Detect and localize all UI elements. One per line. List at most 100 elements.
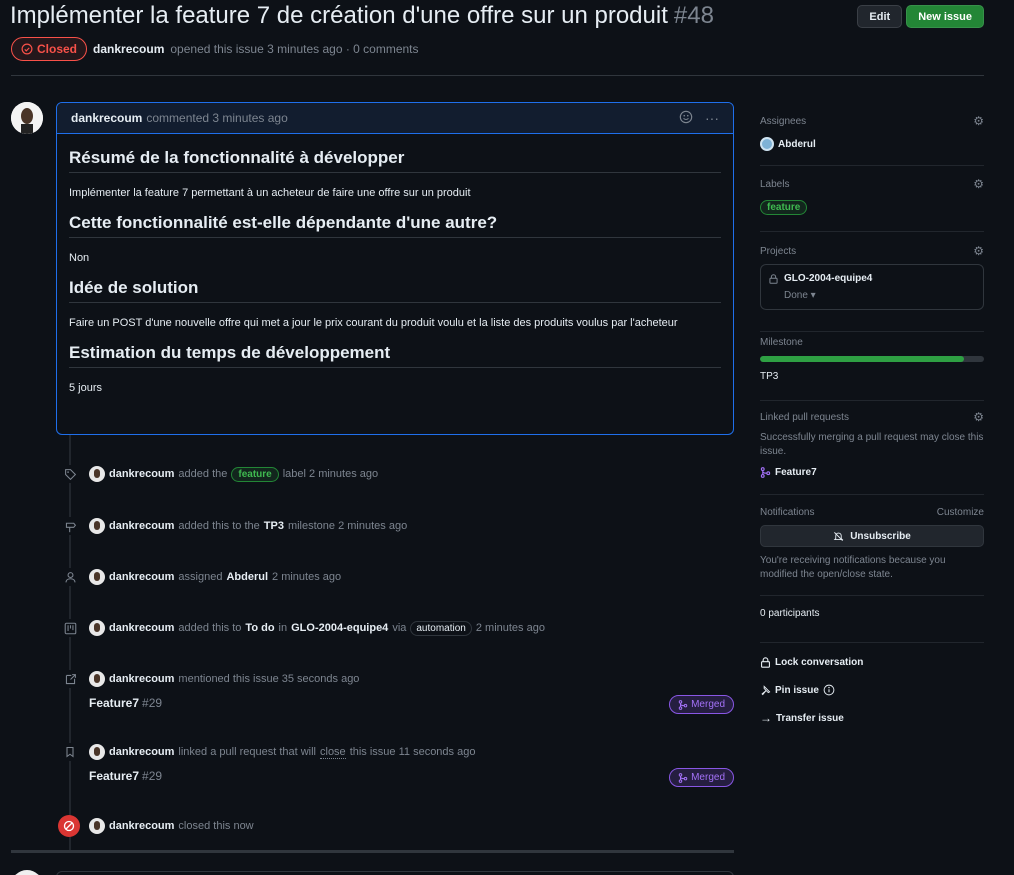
- sidebar-assignees: Assignees ⚙ Abderul: [760, 114, 984, 166]
- assignee-link[interactable]: Abderul: [226, 571, 268, 583]
- event-text: mentioned this issue 35 seconds ago: [178, 673, 360, 685]
- linked-pr-title: Feature7: [775, 467, 817, 478]
- lock-conversation-button[interactable]: Lock conversation: [760, 657, 863, 668]
- transfer-label: Transfer issue: [776, 712, 844, 724]
- event-author-link[interactable]: dankrecoum: [109, 571, 174, 583]
- gear-icon[interactable]: ⚙: [973, 177, 984, 191]
- event-text: label 2 minutes ago: [282, 468, 379, 480]
- comment-body: Résumé de la fonctionnalité à développer…: [57, 148, 733, 394]
- header-actions: Edit New issue: [857, 5, 984, 28]
- comment-avatar[interactable]: [11, 102, 43, 134]
- event-author-link[interactable]: dankrecoum: [109, 520, 174, 532]
- timeline-text: dankrecoum assigned Abderul 2 minutes ag…: [89, 569, 341, 585]
- project-card: GLO-2004-equipe4 Done ▾: [760, 264, 984, 310]
- issue-author-link[interactable]: dankrecoum: [93, 42, 164, 56]
- sidebar-heading-label: Linked pull requests: [760, 411, 849, 423]
- lock-label: Lock conversation: [775, 657, 864, 668]
- close-keyword[interactable]: close: [320, 746, 346, 759]
- gear-icon[interactable]: ⚙: [973, 244, 984, 258]
- smiley-icon[interactable]: [679, 110, 693, 127]
- label-badge[interactable]: feature: [231, 466, 279, 482]
- milestone-icon: [61, 517, 79, 535]
- info-icon[interactable]: [823, 684, 835, 696]
- event-author-link[interactable]: dankrecoum: [109, 820, 174, 832]
- kebab-menu-icon[interactable]: ···: [705, 110, 719, 126]
- comment-author-link[interactable]: dankrecoum: [71, 111, 142, 125]
- project-link[interactable]: GLO-2004-equipe4: [291, 622, 388, 634]
- unsubscribe-button[interactable]: Unsubscribe: [760, 525, 984, 547]
- sidebar-heading[interactable]: Projects ⚙: [760, 244, 984, 258]
- person-icon: [61, 568, 79, 586]
- customize-link[interactable]: Customize: [937, 507, 984, 518]
- pr-number: #29: [142, 769, 163, 783]
- status-badge: Closed: [11, 37, 88, 61]
- section-heading: Cette fonctionnalité est-elle dépendante…: [69, 213, 721, 238]
- milestone-link[interactable]: TP3: [760, 371, 984, 382]
- merged-badge: Merged: [669, 695, 734, 714]
- avatar[interactable]: [89, 466, 105, 482]
- sidebar-labels: Labels ⚙ feature: [760, 177, 984, 232]
- avatar[interactable]: [89, 671, 105, 687]
- sidebar-heading[interactable]: Assignees ⚙: [760, 114, 984, 128]
- comment-meta: commented 3 minutes ago: [146, 111, 288, 125]
- pin-label: Pin issue: [775, 684, 819, 696]
- timeline-text: dankrecoum linked a pull request that wi…: [89, 744, 475, 760]
- section-text: Faire un POST d'une nouvelle offre qui m…: [69, 317, 678, 329]
- edit-button[interactable]: Edit: [857, 5, 903, 28]
- new-comment-box[interactable]: [56, 871, 734, 875]
- event-author-link[interactable]: dankrecoum: [109, 622, 174, 634]
- gear-icon[interactable]: ⚙: [973, 114, 984, 128]
- sidebar-projects: Projects ⚙ GLO-2004-equipe4 Done ▾: [760, 244, 984, 332]
- section-heading: Estimation du temps de développement: [69, 343, 721, 368]
- merged-badge: Merged: [669, 768, 734, 787]
- avatar[interactable]: [89, 744, 105, 760]
- project-name-row[interactable]: GLO-2004-equipe4: [769, 273, 975, 284]
- event-author-link[interactable]: dankrecoum: [109, 746, 174, 758]
- avatar[interactable]: [89, 518, 105, 534]
- arrow-right-icon: →: [760, 711, 772, 725]
- assignee-item[interactable]: Abderul: [760, 137, 984, 151]
- event-author-link[interactable]: dankrecoum: [109, 468, 174, 480]
- milestone-link[interactable]: TP3: [264, 520, 284, 532]
- timeline-text: dankrecoum mentioned this issue 35 secon…: [89, 671, 359, 687]
- issue-comment: dankrecoum commented 3 minutes ago ··· R…: [56, 102, 734, 435]
- timeline-item-mention: dankrecoum mentioned this issue 35 secon…: [56, 670, 736, 720]
- new-issue-button[interactable]: New issue: [906, 5, 984, 28]
- pin-issue-button[interactable]: Pin issue: [760, 684, 835, 696]
- avatar[interactable]: [89, 569, 105, 585]
- event-text: closed this now: [178, 820, 254, 832]
- notifications-note: You're receiving notifications because y…: [760, 555, 946, 580]
- avatar[interactable]: [89, 818, 105, 834]
- sidebar-heading[interactable]: Linked pull requests ⚙: [760, 410, 984, 424]
- project-column: To do: [245, 622, 275, 634]
- pr-reference-link[interactable]: Feature7 #29: [89, 769, 162, 783]
- timeline-text: dankrecoum added this to the TP3 milesto…: [89, 518, 407, 534]
- bell-slash-icon: [833, 531, 844, 541]
- event-author-link[interactable]: dankrecoum: [109, 673, 174, 685]
- project-name: GLO-2004-equipe4: [784, 273, 873, 284]
- milestone-progress-bar: [760, 356, 984, 362]
- sidebar-heading-label: Notifications: [760, 507, 815, 518]
- sidebar-heading[interactable]: Labels ⚙: [760, 177, 984, 191]
- event-text: linked a pull request that will: [178, 746, 316, 758]
- linked-pr-item[interactable]: Feature7: [760, 467, 984, 478]
- event-text: added this to: [178, 622, 242, 634]
- transfer-issue-button[interactable]: → Transfer issue: [760, 711, 844, 725]
- timeline-text: dankrecoum closed this now: [89, 818, 254, 834]
- issue-state-row: Closed dankrecoum opened this issue 3 mi…: [11, 37, 419, 61]
- issue-title: Implémenter la feature 7 de création d'u…: [10, 2, 714, 30]
- event-text: added this to the: [178, 520, 260, 532]
- label-badge[interactable]: feature: [760, 200, 808, 215]
- automation-badge: automation: [410, 620, 472, 636]
- comment-header: dankrecoum commented 3 minutes ago ···: [57, 103, 733, 134]
- closed-circle-icon: [58, 815, 80, 837]
- project-status-dropdown[interactable]: Done ▾: [784, 290, 975, 301]
- gear-icon[interactable]: ⚙: [973, 410, 984, 424]
- assignee-name: Abderul: [778, 138, 816, 150]
- avatar[interactable]: [89, 620, 105, 636]
- pr-reference-link[interactable]: Feature7 #29: [89, 696, 162, 710]
- sidebar-heading[interactable]: Milestone: [760, 337, 984, 348]
- sidebar-heading: Notifications Customize: [760, 507, 984, 518]
- event-text: via: [392, 622, 407, 634]
- milestone-progress-fill: [760, 356, 964, 362]
